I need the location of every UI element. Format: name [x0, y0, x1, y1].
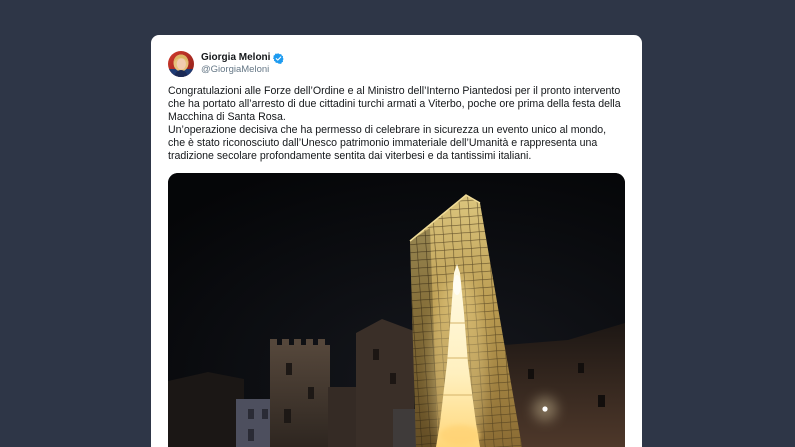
author-avatar[interactable] — [168, 51, 194, 77]
tweet-text-line: che è stato riconosciuto dall’Unesco pat… — [168, 137, 598, 149]
author-name-row: Giorgia Meloni — [201, 52, 285, 64]
verified-badge-icon — [273, 52, 285, 64]
author-handle[interactable]: @GiorgiaMeloni — [201, 64, 269, 76]
tweet-text-line: che ha portato all’arresto di due cittad… — [168, 98, 621, 110]
tweet-text-line: Congratulazioni alle Forze dell’Ordine e… — [168, 85, 621, 97]
tweet-photo[interactable] — [168, 173, 625, 447]
tweet-text-line: Un’operazione decisiva che ha permesso d… — [168, 124, 607, 136]
night-photo-macchina-di-santa-rosa-icon — [168, 173, 625, 447]
tweet-text-line: Macchina di Santa Rosa. — [168, 111, 286, 123]
author-name[interactable]: Giorgia Meloni — [201, 52, 270, 64]
tweet-text: Congratulazioni alle Forze dell’Ordine e… — [168, 85, 628, 163]
tweet-text-line: tradizione secolare profondamente sentit… — [168, 150, 532, 162]
profile-photo-icon — [168, 51, 194, 77]
street-lamp — [533, 397, 557, 421]
tweet-card[interactable]: Giorgia Meloni @GiorgiaMeloni Congratula… — [151, 35, 642, 447]
